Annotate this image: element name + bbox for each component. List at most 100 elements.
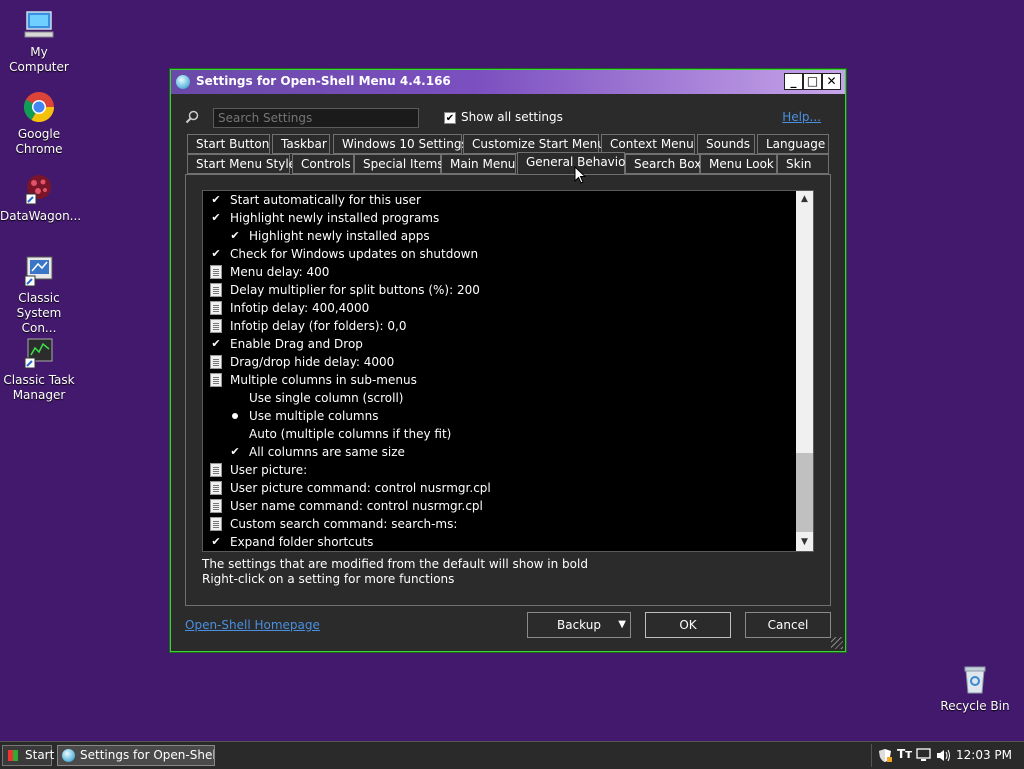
close-button[interactable]: ✕ [822, 73, 841, 90]
tab-search-box[interactable]: Search Box [625, 154, 701, 174]
setting-label: All columns are same size [249, 445, 405, 459]
desktop-icon-google-chrome[interactable]: Google Chrome [0, 90, 78, 157]
search-settings-input[interactable] [213, 108, 419, 128]
security-shield-icon[interactable] [878, 748, 892, 766]
computer-icon [22, 8, 56, 42]
tab-menu-look[interactable]: Menu Look [700, 154, 777, 174]
control-panel-icon [22, 254, 56, 288]
start-button[interactable]: Start [2, 745, 55, 766]
setting-label: User picture command: control nusrmgr.cp… [230, 481, 491, 495]
radio-unselected-icon[interactable] [227, 389, 243, 407]
checkmark-icon[interactable]: ✔ [208, 335, 224, 353]
minimize-button[interactable]: _ [784, 73, 803, 90]
tab-controls[interactable]: Controls [292, 154, 354, 174]
taskbar: Start Settings for Open-Shell... Tт 12:0… [0, 741, 1024, 769]
tab-windows-10-settings[interactable]: Windows 10 Settings [333, 134, 468, 154]
setting-doc-icon [208, 371, 224, 389]
open-shell-task-icon [62, 749, 75, 762]
scroll-up-arrow-icon[interactable]: ▲ [796, 191, 813, 208]
checkmark-icon[interactable]: ✔ [208, 533, 224, 551]
title-bar[interactable]: Settings for Open-Shell Menu 4.4.166 _ □… [171, 70, 845, 94]
tab-customize-start-menu[interactable]: Customize Start Menu [463, 134, 605, 154]
clock[interactable]: 12:03 PM [956, 748, 1012, 762]
setting-label: Highlight newly installed apps [249, 229, 430, 243]
setting-label: Delay multiplier for split buttons (%): … [230, 283, 480, 297]
settings-window: Settings for Open-Shell Menu 4.4.166 _ □… [170, 69, 846, 652]
setting-label: Drag/drop hide delay: 4000 [230, 355, 395, 369]
show-all-settings-label: Show all settings [461, 110, 563, 124]
setting-doc-icon [208, 479, 224, 497]
vertical-scrollbar[interactable]: ▲ ▼ [796, 191, 813, 551]
scroll-down-arrow-icon[interactable]: ▼ [796, 534, 813, 551]
setting-label: User name command: control nusrmgr.cpl [230, 499, 483, 513]
tab-language[interactable]: Language [757, 134, 829, 154]
tab-start-button[interactable]: Start Button [187, 134, 270, 154]
resize-grip-icon[interactable] [831, 637, 843, 649]
checkmark-icon[interactable]: ✔ [227, 443, 243, 461]
tab-context-menu[interactable]: Context Menu [601, 134, 695, 154]
setting-doc-icon [208, 281, 224, 299]
radio-unselected-icon[interactable] [227, 425, 243, 443]
settings-tree[interactable]: ▲ ▼ ✔ Start automatically for this user ✔ H… [202, 190, 814, 552]
setting-doc-icon [208, 515, 224, 533]
ok-button[interactable]: OK [645, 612, 731, 638]
setting-doc-icon [208, 497, 224, 515]
datawagon-icon [22, 172, 56, 206]
network-icon[interactable] [916, 748, 932, 766]
cancel-button[interactable]: Cancel [745, 612, 831, 638]
start-button-label: Start [25, 748, 55, 762]
taskbar-item-settings[interactable]: Settings for Open-Shell... [57, 745, 215, 766]
scrollbar-thumb[interactable] [796, 453, 813, 532]
setting-doc-icon [208, 461, 224, 479]
show-all-settings-checkbox[interactable]: ✔ [444, 112, 456, 124]
desktop-icon-datawagon[interactable]: DataWagon... [0, 172, 81, 224]
desktop-icon-classic-task-manager[interactable]: Classic Task Manager [0, 336, 78, 403]
window-title: Settings for Open-Shell Menu 4.4.166 [196, 74, 451, 88]
tab-special-items[interactable]: Special Items [354, 154, 444, 174]
system-tray: Tт 12:03 PM [871, 744, 1024, 767]
backup-button[interactable]: Backup ▼ [527, 612, 631, 638]
recycle-bin-icon [958, 662, 992, 696]
open-shell-homepage-link[interactable]: Open-Shell Homepage [185, 618, 320, 632]
hint-bold-modified: The settings that are modified from the … [202, 557, 588, 571]
setting-doc-icon [208, 353, 224, 371]
dropdown-arrow-icon: ▼ [618, 619, 626, 630]
desktop-icon-label: Classic Task Manager [3, 373, 75, 402]
maximize-button[interactable]: □ [803, 73, 822, 90]
input-method-icon[interactable]: Tт [897, 747, 912, 761]
tab-panel: ▲ ▼ ✔ Start automatically for this user ✔ H… [185, 174, 831, 606]
checkmark-icon[interactable]: ✔ [227, 227, 243, 245]
mouse-cursor-icon [574, 165, 587, 184]
radio-selected-icon[interactable] [227, 407, 243, 425]
setting-doc-icon [208, 263, 224, 281]
tab-start-menu-style[interactable]: Start Menu Style [187, 154, 296, 174]
tab-taskbar[interactable]: Taskbar [272, 134, 330, 154]
setting-label: User picture: [230, 463, 308, 477]
tab-skin[interactable]: Skin [777, 154, 829, 174]
tab-general-behavior[interactable]: General Behavior [517, 152, 630, 174]
checkmark-icon[interactable]: ✔ [208, 191, 224, 209]
setting-label: Expand folder shortcuts [230, 535, 374, 549]
volume-icon[interactable] [936, 748, 952, 766]
tab-sounds[interactable]: Sounds [697, 134, 755, 154]
setting-label: Menu delay: 400 [230, 265, 330, 279]
desktop-icon-recycle-bin[interactable]: Recycle Bin [936, 662, 1014, 714]
setting-label: Use single column (scroll) [249, 391, 404, 405]
checkmark-icon[interactable]: ✔ [208, 209, 224, 227]
desktop-icon-classic-system-control[interactable]: Classic System Con... [0, 254, 78, 336]
tab-main-menu[interactable]: Main Menu [441, 154, 516, 174]
task-manager-icon [22, 336, 56, 370]
setting-label: Highlight newly installed programs [230, 211, 440, 225]
setting-doc-icon [208, 299, 224, 317]
setting-label: Use multiple columns [249, 409, 379, 423]
desktop-icon-my-computer[interactable]: My Computer [0, 8, 78, 75]
search-icon [185, 110, 199, 124]
help-link[interactable]: Help... [782, 110, 821, 124]
setting-label: Infotip delay (for folders): 0,0 [230, 319, 407, 333]
start-logo-icon [8, 750, 18, 761]
desktop-icon-label: Google Chrome [15, 127, 63, 156]
setting-label: Start automatically for this user [230, 193, 421, 207]
setting-label: Custom search command: search-ms: [230, 517, 458, 531]
open-shell-app-icon [176, 75, 190, 89]
checkmark-icon[interactable]: ✔ [208, 245, 224, 263]
